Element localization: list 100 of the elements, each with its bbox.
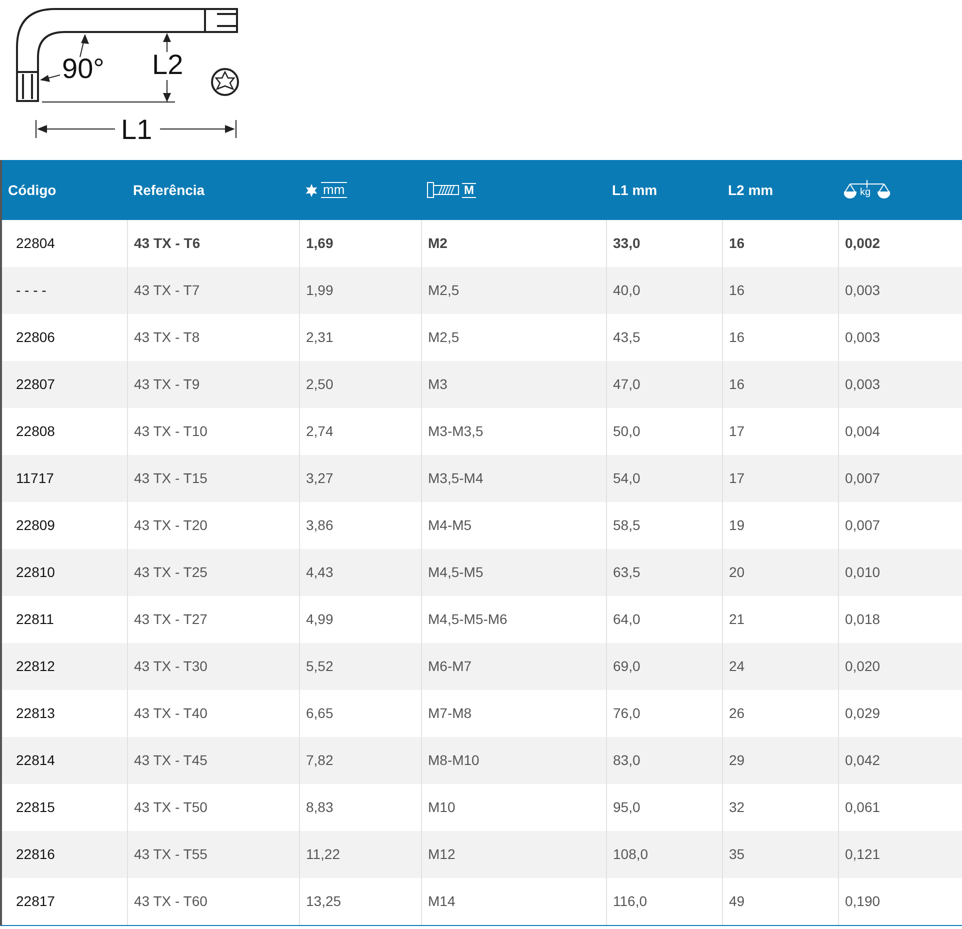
table-cell-text: 22806: [15, 328, 55, 347]
table-cell-text: 43 TX - T55: [134, 845, 208, 864]
table-cell-text: 0,190: [845, 892, 880, 911]
table-cell-text: M2,5: [428, 281, 460, 300]
table-cell-text: 16: [729, 234, 745, 253]
column-header: L1 mm: [612, 180, 658, 200]
table-cell-text: 43 TX - T40: [134, 704, 208, 723]
table-cell-text: 63,5: [613, 563, 640, 582]
table-cell-text: 1,99: [306, 281, 334, 300]
table-cell-text: 16: [729, 328, 745, 347]
table-cell-text: - - - -: [15, 281, 46, 300]
table-cell-text: 24: [729, 657, 745, 676]
table-cell-text: 0,042: [845, 751, 880, 770]
angle-label: 90°: [62, 53, 104, 84]
table-cell-text: 22813: [15, 704, 55, 723]
table-cell-text: 22811: [15, 610, 54, 629]
table-cell-text: 0,003: [845, 281, 880, 300]
table-cell-text: 0,002: [845, 234, 880, 253]
table-cell-text: 49: [729, 892, 745, 911]
table-cell-text: 76,0: [613, 704, 640, 723]
length-label: L2: [152, 49, 184, 80]
table-cell-text: 83,0: [613, 751, 640, 770]
table-cell-text: M2: [428, 234, 448, 253]
table-cell-text: M4,5-M5-M6: [428, 610, 508, 629]
table-cell-text: 40,0: [613, 281, 640, 300]
table-cell-text: 43 TX - T30: [134, 657, 208, 676]
length-label: L1: [121, 114, 152, 145]
table-cell-text: 17: [729, 469, 745, 488]
table-cell-text: M8-M10: [428, 751, 480, 770]
table-cell-text: 43,5: [613, 328, 640, 347]
table-cell-text: 20: [729, 563, 745, 582]
table-cell-text: 0,029: [845, 704, 880, 723]
table-cell-text: 22809: [15, 516, 55, 535]
table-cell-text: 16: [729, 281, 745, 300]
table-cell-text: 58,5: [613, 516, 640, 535]
table-cell-text: 22810: [15, 563, 55, 582]
table-cell-text: 7,82: [306, 751, 334, 770]
table-cell-text: 2,50: [306, 375, 334, 394]
table-cell-text: M4,5-M5: [428, 563, 484, 582]
table-cell-text: 43 TX - T45: [134, 751, 208, 770]
table-cell-text: M14: [428, 892, 456, 911]
table-cell-text: M4-M5: [428, 516, 472, 535]
table-cell-text: 43 TX - T7: [134, 281, 200, 300]
table-cell-text: 5,52: [306, 657, 334, 676]
table-cell-text: 0,061: [845, 798, 880, 817]
table-cell-text: 3,86: [306, 516, 334, 535]
table-cell-text: 21: [729, 610, 745, 629]
table-cell-text: 11,22: [306, 845, 340, 864]
column-header: Referência: [133, 180, 205, 200]
table-cell-text: 8,83: [306, 798, 334, 817]
table-cell-text: 3,27: [306, 469, 334, 488]
table-cell-text: M7-M8: [428, 704, 472, 723]
table-cell-text: M3-M3,5: [428, 422, 484, 441]
table-cell-text: 35: [729, 845, 745, 864]
table-cell-text: M3: [428, 375, 448, 394]
table-cell-text: 16: [729, 375, 745, 394]
table-cell-text: 43 TX - T50: [134, 798, 208, 817]
table-cell-text: 0,121: [845, 845, 880, 864]
unit-label: mm: [321, 182, 347, 198]
table-cell-text: 0,004: [845, 422, 880, 441]
table-cell-text: 0,007: [845, 469, 880, 488]
unit-label: M: [462, 182, 476, 198]
table-cell-text: 0,010: [845, 563, 880, 582]
table-cell-text: 2,31: [306, 328, 334, 347]
table-cell-text: 69,0: [613, 657, 640, 676]
table-cell-text: 22815: [15, 798, 55, 817]
table-cell-text: M12: [428, 845, 456, 864]
table-cell-text: M6-M7: [428, 657, 472, 676]
table-cell-text: 64,0: [613, 610, 640, 629]
table-cell-text: 32: [729, 798, 745, 817]
table-cell-text: 43 TX - T27: [134, 610, 208, 629]
table-cell-text: 17: [729, 422, 745, 441]
table-cell-text: 43 TX - T60: [134, 892, 208, 911]
table-cell-text: 2,74: [306, 422, 334, 441]
column-header: Código: [8, 180, 56, 200]
table-cell-text: 13,25: [306, 892, 342, 911]
table-cell-text: 108,0: [613, 845, 648, 864]
table-cell-text: 0,003: [845, 375, 880, 394]
table-cell-text: M2,5: [428, 328, 460, 347]
table-cell-text: 22814: [15, 751, 55, 770]
table-cell-text: 0,003: [845, 328, 880, 347]
table-cell-text: 43 TX - T9: [134, 375, 200, 394]
table-cell-text: 50,0: [613, 422, 640, 441]
table-cell-text: 0,018: [845, 610, 880, 629]
table-cell-text: 19: [729, 516, 745, 535]
table-cell-text: 22807: [15, 375, 55, 394]
table-cell-text: 11717: [15, 469, 54, 488]
table-cell-text: 22804: [15, 234, 55, 253]
table-cell-text: 43 TX - T20: [134, 516, 208, 535]
table-cell-text: 4,99: [306, 610, 334, 629]
table-cell-text: 26: [729, 704, 745, 723]
table-cell-text: 29: [729, 751, 745, 770]
torx-profile-icon: [211, 68, 239, 96]
table-cell-text: 22816: [15, 845, 55, 864]
table-cell-text: 43 TX - T6: [134, 234, 200, 253]
table-cell-text: 47,0: [613, 375, 640, 394]
table-cell-text: 22808: [15, 422, 55, 441]
table-cell-text: 43 TX - T10: [134, 422, 208, 441]
table-cell-text: 43 TX - T25: [134, 563, 208, 582]
table-cell-text: M3,5-M4: [428, 469, 484, 488]
